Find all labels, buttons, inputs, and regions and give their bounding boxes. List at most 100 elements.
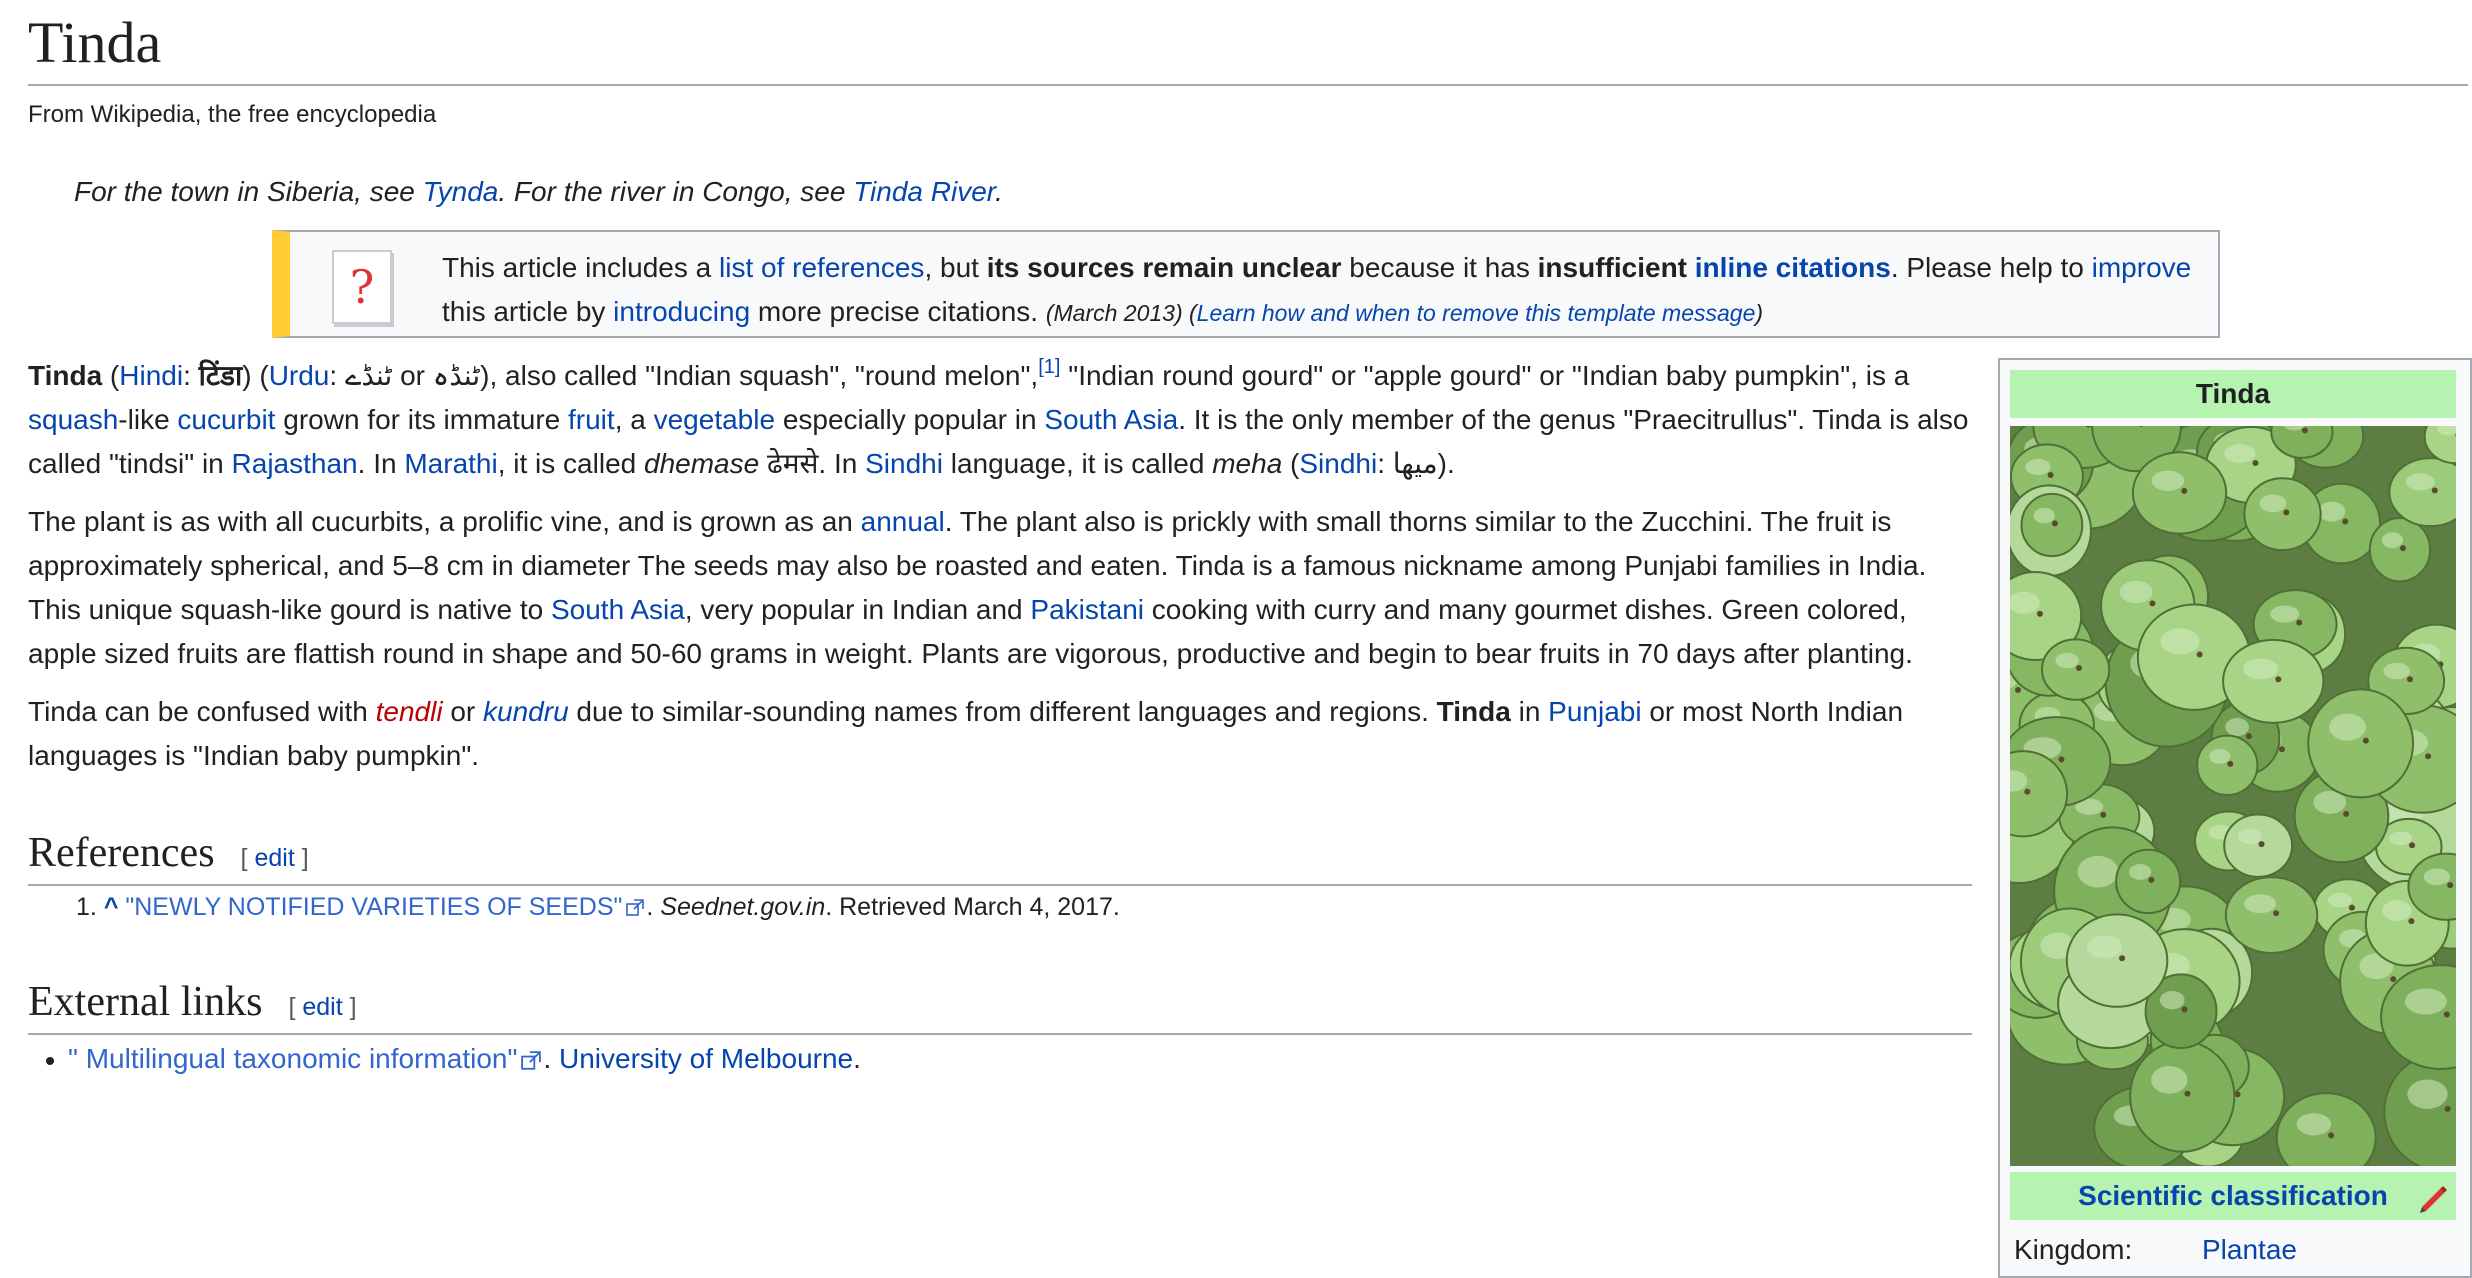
reference-item: 1. ^ "NEWLY NOTIFIED VARIETIES OF SEEDS"… [76,893,1120,922]
external-links-list: " Multilingual taxonomic information". U… [46,1043,861,1075]
edit-references-link[interactable]: edit [254,844,294,872]
text: in [1510,696,1549,727]
text: ). [1437,448,1455,479]
reference-title-link[interactable]: "NEWLY NOTIFIED VARIETIES OF SEEDS" [125,893,622,921]
improve-link[interactable]: improve [2092,252,2192,283]
link-sindhi[interactable]: Sindhi [1299,448,1377,479]
text: ), also called "Indian squash", "round m… [480,360,1039,391]
link-south-asia[interactable]: South Asia [1044,404,1178,435]
reference-list: 1. ^ "NEWLY NOTIFIED VARIETIES OF SEEDS"… [76,893,1120,922]
text: Tinda can be confused with [28,696,376,727]
reference-sep: . [646,893,661,921]
kingdom-label: Kingdom: [2014,1234,2133,1265]
link-sindhi[interactable]: Sindhi [865,448,943,479]
external-end: . [853,1043,861,1074]
text: . In [357,448,405,479]
question-mark-icon: ? [332,250,392,324]
text: , very popular in Indian and [684,594,1031,625]
site-subtitle: From Wikipedia, the free encyclopedia [28,101,437,128]
notice-text-part: this article by [442,296,614,327]
notice-text-part: because it has [1341,252,1538,283]
hatnote-text: . For the river in Congo, see [498,176,854,207]
link-kundru[interactable]: kundru [483,696,569,727]
link-punjabi[interactable]: Punjabi [1548,696,1641,727]
bold-term: Tinda [28,360,103,391]
citation-1-link[interactable]: [1] [1038,356,1060,378]
inline-citations-link[interactable]: inline citations [1695,252,1891,283]
external-sep: . [543,1043,559,1074]
text: especially popular in [775,404,1045,435]
scientific-classification-link[interactable]: Scientific classification [2078,1180,2388,1211]
link-squash[interactable]: squash [28,404,118,435]
urdu-script: ٹنڈے [344,360,393,391]
link-vegetable[interactable]: vegetable [654,404,775,435]
text: The plant is as with all cucurbits, a pr… [28,506,861,537]
italic-term: dhemase [644,448,760,479]
link-tendli-text: tendli [375,696,443,727]
references-heading-text: References [28,830,215,876]
text: language, it is called [942,448,1213,479]
link-cucurbit[interactable]: cucurbit [177,404,275,435]
italic-term: meha [1212,448,1283,479]
article-body: Tinda (Hindi: टिंडा) (Urdu: ٹنڈے or ٹنڈہ… [28,354,1972,792]
hatnote-link-tynda[interactable]: Tynda [423,176,499,207]
notice-paren: ) [1755,300,1764,326]
kingdom-value-link[interactable]: Plantae [2202,1228,2297,1272]
notice-bold: its sources remain unclear [986,252,1342,283]
external-link-icon [626,899,645,917]
scientific-classification-header: Scientific classification [2010,1172,2456,1220]
link-urdu[interactable]: Urdu [269,360,330,391]
text: ( [1282,448,1300,479]
edit-bracket: [ [240,844,255,872]
paragraph-plant: The plant is as with all cucurbits, a pr… [28,500,1972,676]
refimprove-notice: ? This article includes a list of refere… [272,230,2220,338]
text: ) ( [242,360,269,391]
link-marathi[interactable]: Marathi [404,448,497,479]
notice-text-part: . Please help to [1890,252,2092,283]
text: , it is called [497,448,644,479]
infobox-title: Tinda [2010,370,2456,418]
link-rajasthan[interactable]: Rajasthan [232,448,358,479]
multilingual-taxonomic-link[interactable]: " Multilingual taxonomic information" [68,1043,517,1074]
external-links-heading: External links [ edit ] [28,976,1972,1035]
edit-section: [ edit ] [288,993,356,1021]
text: ( [102,360,120,391]
urdu-script: ٹنڈہ [432,360,481,391]
notice-text: This article includes a list of referenc… [442,246,2212,335]
link-tendli[interactable]: tendli [376,696,443,727]
text: or [442,696,484,727]
university-of-melbourne-link[interactable]: University of Melbourne [559,1043,853,1074]
taxobox: Tinda Scientific classification Kingdom:… [1998,358,2472,1278]
notice-bold: insufficient inline citations [1538,252,1891,283]
external-links-heading-text: External links [28,979,263,1025]
link-hindi[interactable]: Hindi [119,360,183,391]
edit-bracket: [ [288,993,303,1021]
hatnote: For the town in Siberia, see Tynda. For … [74,176,1003,208]
reference-number: 1. [76,893,97,921]
hatnote-link-tinda-river[interactable]: Tinda River [853,176,995,207]
text: : [329,360,345,391]
link-kundru-text: kundru [483,696,569,727]
text: ढेमसे. In [759,448,866,479]
article-page: Tinda From Wikipedia, the free encyclope… [0,0,2472,1278]
link-fruit[interactable]: fruit [568,404,615,435]
notice-date: (March 2013) [1045,300,1183,326]
link-pakistani[interactable]: Pakistani [1030,594,1144,625]
sindhi-script: ميها [1392,448,1438,479]
pencil-icon[interactable] [2416,1180,2450,1214]
tinda-photo[interactable] [2010,426,2456,1166]
remove-template-link[interactable]: Learn how and when to remove this templa… [1197,300,1756,326]
back-to-citation-link[interactable]: ^ [104,893,119,921]
link-south-asia[interactable]: South Asia [551,594,685,625]
text: due to similar-sounding names from diffe… [568,696,1437,727]
external-link-icon [521,1050,542,1070]
text: : [183,360,199,391]
external-link-item: " Multilingual taxonomic information". U… [46,1043,861,1075]
list-of-references-link[interactable]: list of references [719,252,924,283]
text: -like [118,404,178,435]
introducing-link[interactable]: introducing [613,296,750,327]
page-title: Tinda [28,4,2468,86]
edit-external-links-link[interactable]: edit [302,993,342,1021]
link-annual[interactable]: annual [861,506,945,537]
paragraph-confusion: Tinda can be confused with tendli or kun… [28,690,1972,778]
